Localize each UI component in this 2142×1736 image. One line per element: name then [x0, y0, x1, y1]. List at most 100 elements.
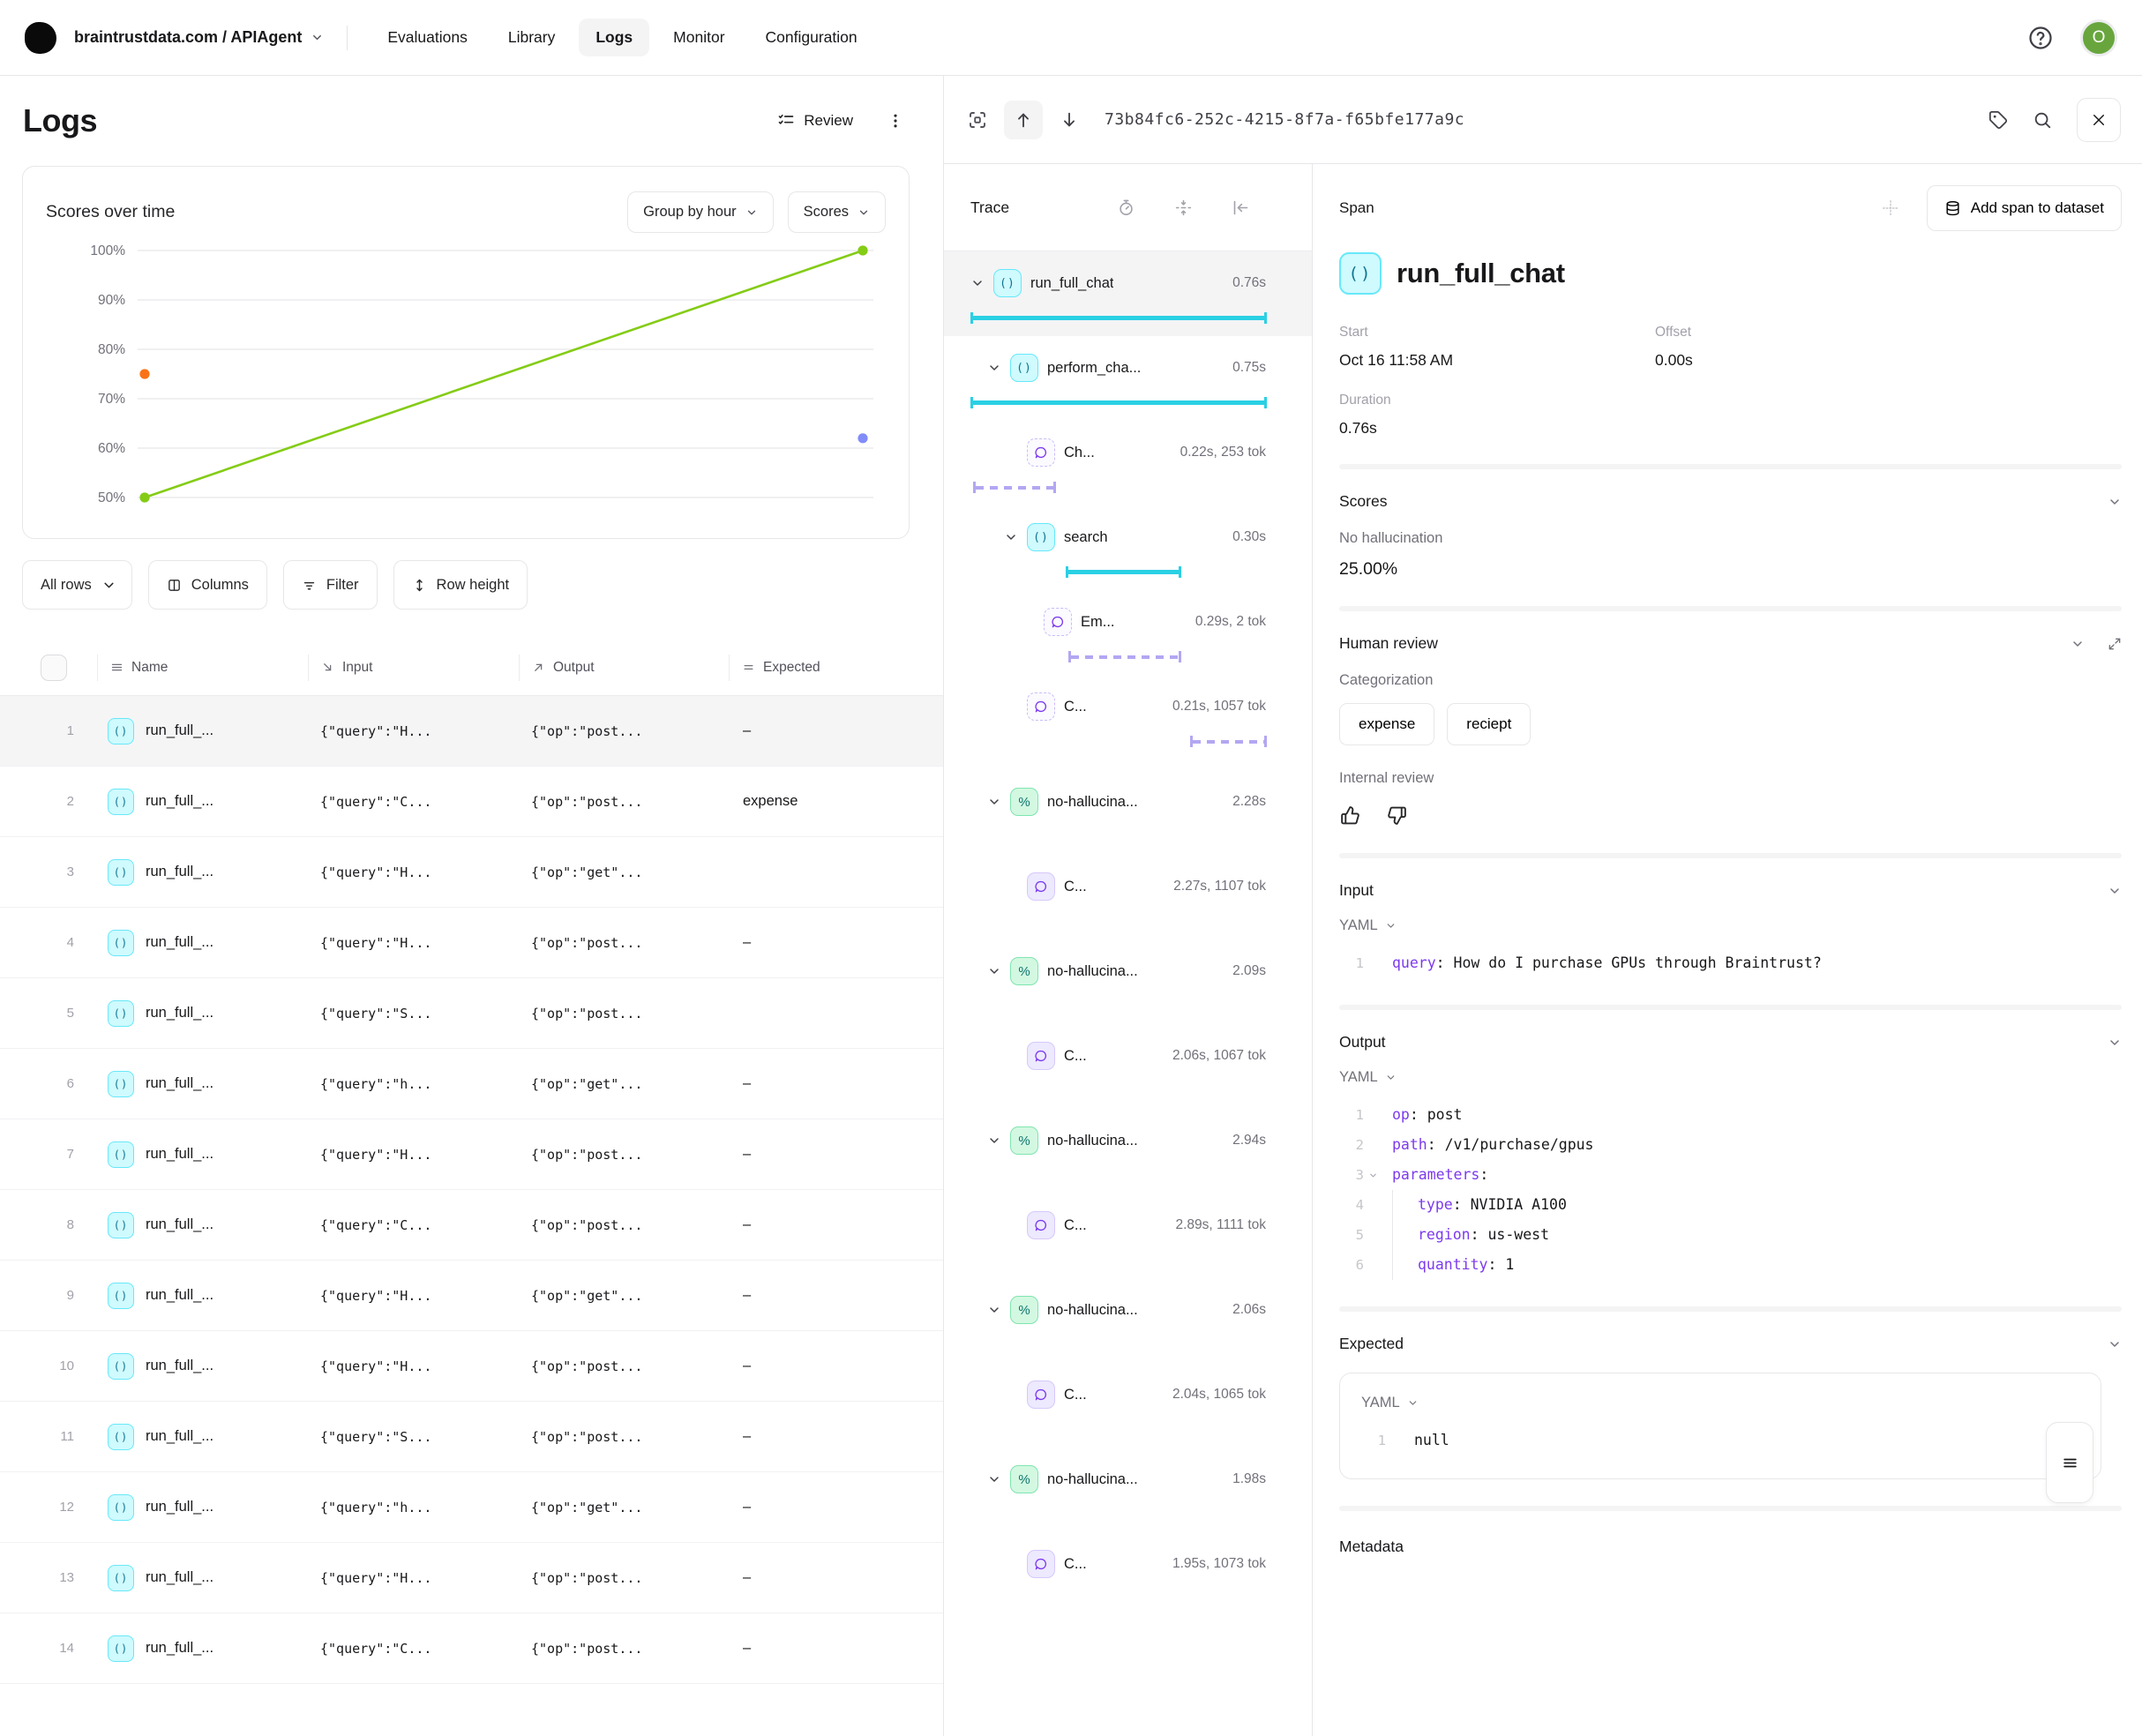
thumbs-down-icon[interactable]	[1386, 804, 1408, 827]
kebab-menu-icon[interactable]	[887, 112, 904, 130]
tab-logs[interactable]: Logs	[579, 19, 649, 56]
avatar[interactable]: O	[2080, 19, 2117, 56]
chevron-down-icon[interactable]	[1004, 530, 1018, 544]
trace-span-row[interactable]: %no-hallucina...2.28s	[944, 760, 1312, 844]
filter-button[interactable]: Filter	[283, 560, 378, 610]
trace-span-line: C...2.06s, 1067 tok	[944, 1042, 1266, 1070]
add-span-to-dataset-button[interactable]: Add span to dataset	[1927, 185, 2122, 231]
chevron-down-icon[interactable]	[2108, 495, 2122, 509]
column-header-input[interactable]: Input	[308, 655, 519, 681]
span-name-text: run_full_...	[146, 1569, 213, 1586]
focus-span-icon[interactable]	[967, 109, 988, 131]
table-row[interactable]: 7()run_full_...{"query":"H...{"op":"post…	[0, 1119, 943, 1190]
column-header-output[interactable]: Output	[519, 655, 729, 681]
trace-span-row[interactable]: %no-hallucina...2.94s	[944, 1098, 1312, 1183]
expected-format-dropdown[interactable]: YAML	[1361, 1395, 1419, 1411]
table-row[interactable]: 11()run_full_...{"query":"S...{"op":"pos…	[0, 1402, 943, 1472]
score-point-purple-point[interactable]	[858, 433, 867, 443]
tab-configuration[interactable]: Configuration	[749, 19, 874, 56]
table-row[interactable]: 10()run_full_...{"query":"H...{"op":"pos…	[0, 1331, 943, 1402]
align-start-icon[interactable]	[1232, 198, 1250, 217]
table-row[interactable]: 12()run_full_...{"query":"h...{"op":"get…	[0, 1472, 943, 1543]
drag-handle-icon[interactable]	[1881, 198, 1900, 218]
chevron-down-icon[interactable]	[987, 361, 1001, 375]
scores-dropdown[interactable]: Scores	[788, 191, 886, 233]
tab-monitor[interactable]: Monitor	[656, 19, 741, 56]
all-rows-dropdown[interactable]: All rows	[22, 560, 132, 610]
trace-span-row[interactable]: C...1.95s, 1073 tok	[944, 1522, 1312, 1606]
table-row[interactable]: 14()run_full_...{"query":"C...{"op":"pos…	[0, 1613, 943, 1684]
chevron-down-icon[interactable]	[987, 1134, 1001, 1148]
search-icon[interactable]	[2033, 110, 2052, 130]
tab-library[interactable]: Library	[491, 19, 573, 56]
fold-chevron-icon[interactable]	[1364, 1160, 1382, 1190]
column-header-name[interactable]: Name	[97, 655, 308, 681]
table-row[interactable]: 13()run_full_...{"query":"H...{"op":"pos…	[0, 1543, 943, 1613]
trace-span-row[interactable]: C...0.21s, 1057 tok	[944, 675, 1312, 760]
trace-span-row[interactable]: Ch...0.22s, 253 tok	[944, 421, 1312, 505]
chevron-down-icon[interactable]	[970, 276, 985, 290]
tag-icon[interactable]	[1988, 110, 2008, 130]
collapse-vertical-icon[interactable]	[1174, 198, 1193, 217]
chevron-down-icon[interactable]	[2108, 1337, 2122, 1351]
group-by-dropdown[interactable]: Group by hour	[627, 191, 773, 233]
expand-icon[interactable]	[2108, 637, 2122, 651]
review-button[interactable]: Review	[777, 112, 853, 130]
score-point-orange-point[interactable]	[139, 369, 149, 378]
score-trend-green-point[interactable]	[858, 245, 867, 255]
chevron-down-icon[interactable]	[2071, 637, 2085, 651]
trace-span-duration: 2.28s	[1225, 794, 1266, 810]
view-options-button[interactable]	[2046, 1422, 2093, 1503]
table-row[interactable]: 8()run_full_...{"query":"C...{"op":"post…	[0, 1190, 943, 1261]
trace-span-row[interactable]: %no-hallucina...1.98s	[944, 1437, 1312, 1522]
function-icon: ()	[993, 269, 1022, 297]
categorization-chip-expense[interactable]: expense	[1339, 703, 1434, 745]
chevron-placeholder	[1004, 1557, 1018, 1571]
next-row-button[interactable]	[1050, 101, 1089, 139]
categorization-chip-reciept[interactable]: reciept	[1447, 703, 1531, 745]
input-format-dropdown[interactable]: YAML	[1339, 917, 1397, 934]
trace-span-row[interactable]: C...2.04s, 1065 tok	[944, 1352, 1312, 1437]
table-row[interactable]: 9()run_full_...{"query":"H...{"op":"get"…	[0, 1261, 943, 1331]
columns-button[interactable]: Columns	[148, 560, 267, 610]
table-row[interactable]: 4()run_full_...{"query":"H...{"op":"post…	[0, 908, 943, 978]
help-icon[interactable]	[2027, 25, 2054, 51]
chevron-down-icon[interactable]	[2108, 1036, 2122, 1050]
trace-span-row[interactable]: C...2.89s, 1111 tok	[944, 1183, 1312, 1268]
span-panel-title: Span	[1339, 199, 1374, 217]
previous-row-button[interactable]	[1004, 101, 1043, 139]
table-row[interactable]: 5()run_full_...{"query":"S...{"op":"post…	[0, 978, 943, 1049]
chevron-down-icon[interactable]	[2108, 884, 2122, 898]
chevron-down-icon[interactable]	[987, 1472, 1001, 1486]
chevron-down-icon[interactable]	[987, 1303, 1001, 1317]
table-row[interactable]: 6()run_full_...{"query":"h...{"op":"get"…	[0, 1049, 943, 1119]
table-row[interactable]: 1()run_full_...{"query":"H...{"op":"post…	[0, 696, 943, 767]
trace-span-row[interactable]: ()perform_cha...0.75s	[944, 336, 1312, 421]
span-timeline-segment	[973, 482, 1056, 493]
table-row[interactable]: 2()run_full_...{"query":"C...{"op":"post…	[0, 767, 943, 837]
trace-span-row[interactable]: %no-hallucina...2.06s	[944, 1268, 1312, 1352]
trace-span-row[interactable]: %no-hallucina...2.09s	[944, 929, 1312, 1014]
tab-evaluations[interactable]: Evaluations	[371, 19, 483, 56]
project-selector[interactable]: braintrustdata.com / APIAgent	[74, 28, 324, 47]
output-format-dropdown[interactable]: YAML	[1339, 1069, 1397, 1086]
cell-output: {"op":"get"...	[519, 1076, 729, 1092]
chevron-down-icon[interactable]	[987, 964, 1001, 978]
thumbs-up-icon[interactable]	[1339, 804, 1361, 827]
trace-span-row[interactable]: Em...0.29s, 2 tok	[944, 590, 1312, 675]
code-text: region: us-west	[1392, 1220, 1549, 1250]
arrow-up-right-icon	[532, 661, 545, 674]
trace-span-row[interactable]: ()search0.30s	[944, 505, 1312, 590]
chevron-down-icon[interactable]	[987, 795, 1001, 809]
column-header-expected[interactable]: Expected	[729, 655, 943, 681]
score-trend-green-point[interactable]	[139, 492, 149, 502]
select-all-checkbox[interactable]	[41, 655, 67, 681]
row-height-button[interactable]: Row height	[393, 560, 528, 610]
close-button[interactable]	[2077, 98, 2121, 142]
trace-span-row[interactable]: ()run_full_chat0.76s	[944, 251, 1312, 336]
table-row[interactable]: 3()run_full_...{"query":"H...{"op":"get"…	[0, 837, 943, 908]
trace-span-row[interactable]: C...2.06s, 1067 tok	[944, 1014, 1312, 1098]
cell-expected: –	[729, 1075, 943, 1092]
trace-span-row[interactable]: C...2.27s, 1107 tok	[944, 844, 1312, 929]
stopwatch-icon[interactable]	[1117, 198, 1135, 217]
